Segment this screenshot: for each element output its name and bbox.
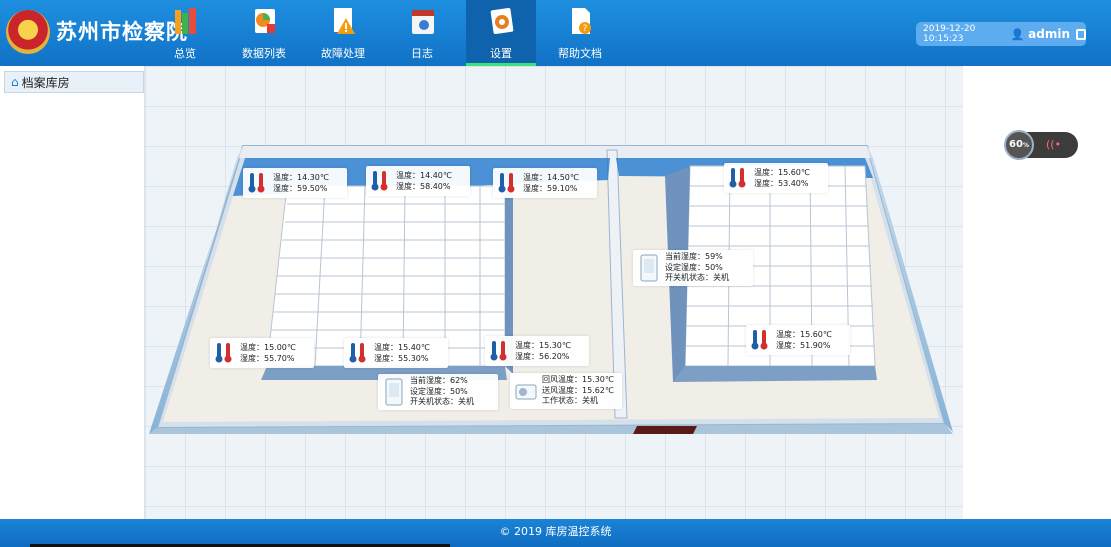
sensor-card[interactable]: 温度：15.60℃ 湿度：51.90% [746,325,850,355]
air-conditioner-card[interactable]: 回风温度：15.30℃ 送风温度：15.62℃ 工作状态：关机 [510,373,622,409]
sensor-card[interactable]: 温度：14.30℃ 湿度：59.50% [243,168,347,198]
sensor-card[interactable]: 温度：15.60℃ 湿度：53.40% [724,163,828,193]
current-humidity: 当前湿度：59% [665,252,723,261]
sensor-readings: 温度：15.40℃ 湿度：55.30% [374,342,430,364]
thermometer-icon [498,173,515,193]
humidity-reading: 湿度：53.40% [754,179,809,188]
device-readings: 当前湿度：62% 设定湿度：50% 开关机状态：关机 [410,376,474,408]
supply-air-temperature: 送风温度：15.62℃ [542,385,614,395]
nav-log-label: 日志 [411,47,433,60]
copyright-text: © 2019 库房温控系统 [499,525,612,538]
main-nav: 总览 数据列表 故障处理 日志 设置 ? 帮助文档 [150,0,624,66]
sensor-readings: 温度：15.60℃ 湿度：51.90% [776,329,832,351]
nav-fault-handling-label: 故障处理 [321,47,365,60]
procuratorate-emblem-logo [6,10,50,54]
temperature-reading: 温度：15.30℃ [515,341,571,350]
work-status: 工作状态：关机 [542,396,598,405]
percent-indicator: 60% [1004,130,1034,160]
nav-data-list-label: 数据列表 [242,47,286,60]
help-document-icon: ? [572,8,591,34]
humidity-reading: 湿度：59.10% [523,184,578,193]
temperature-reading: 温度：15.60℃ [776,330,832,339]
home-icon: ⌂ [11,75,19,89]
sensor-readings: 温度：15.30℃ 湿度：56.20% [515,340,571,362]
nav-help-docs[interactable]: ? 帮助文档 [545,0,615,66]
nav-settings[interactable]: 设置 [466,0,536,66]
svg-text:?: ? [583,24,588,34]
temperature-reading: 温度：14.30℃ [273,173,329,182]
sensor-card[interactable]: 温度：15.40℃ 湿度：55.30% [344,338,448,368]
status-widget[interactable]: 60% ((• [1004,130,1078,160]
nav-data-list[interactable]: 数据列表 [229,0,299,66]
sensor-readings: 温度：14.50℃ 湿度：59.10% [523,172,579,194]
sensor-readings: 温度：14.30℃ 湿度：59.50% [273,172,329,194]
books-icon [175,8,196,34]
dehumidifier-card[interactable]: 当前湿度：59% 设定湿度：50% 开关机状态：关机 [633,250,753,286]
thermometer-icon [215,343,232,363]
device-readings: 回风温度：15.30℃ 送风温度：15.62℃ 工作状态：关机 [542,375,614,407]
temperature-reading: 温度：14.50℃ [523,173,579,182]
nav-fault-handling[interactable]: 故障处理 [308,0,378,66]
nav-overview[interactable]: 总览 [150,0,220,66]
thermometer-icon [349,343,366,363]
thermometer-icon [248,173,265,193]
sensor-readings: 温度：15.60℃ 湿度：53.40% [754,167,810,189]
set-humidity: 设定湿度：50% [665,262,723,272]
thermometer-icon [751,330,768,350]
current-datetime: 2019-12-20 10:15:23 [923,24,976,44]
data-report-icon [255,9,275,33]
sensor-readings: 温度：14.40℃ 湿度：58.40% [396,170,452,192]
thermometer-icon [490,341,507,361]
sidebar-item-archive-room[interactable]: ⌂ 档案库房 [4,71,144,93]
top-header: 苏州市检察院 总览 数据列表 故障处理 日志 设置 ? 帮助文档 2019-12… [0,0,1111,66]
temperature-reading: 温度：15.40℃ [374,343,430,352]
power-status: 开关机状态：关机 [410,397,474,406]
humidity-reading: 湿度：56.20% [515,352,570,361]
thermometer-icon [371,171,388,191]
nav-settings-label: 设置 [490,47,512,60]
thermometer-icon [729,168,746,188]
current-humidity: 当前湿度：62% [410,376,468,385]
wifi-disconnected-icon: ((• [1046,138,1062,151]
nav-help-docs-label: 帮助文档 [558,47,602,60]
temperature-reading: 温度：15.60℃ [754,168,810,177]
sidebar: ⌂ 档案库房 [0,66,145,519]
humidity-reading: 湿度：55.70% [240,354,295,363]
sensor-card[interactable]: 温度：14.50℃ 湿度：59.10% [493,168,597,198]
nav-log[interactable]: 日志 [387,0,457,66]
settings-gear-icon [490,7,514,35]
dehumidifier-icon [640,254,658,282]
humidity-reading: 湿度：59.50% [273,184,328,193]
return-air-temperature: 回风温度：15.30℃ [542,375,614,384]
warning-icon [334,8,355,34]
temperature-reading: 温度：14.40℃ [396,171,452,180]
percent-unit: % [1022,142,1029,149]
dehumidifier-icon [385,378,403,406]
logout-icon[interactable] [1076,28,1086,40]
sidebar-item-label: 档案库房 [21,75,70,90]
warehouse-floorplan-graphic [145,66,963,519]
humidity-reading: 湿度：55.30% [374,354,429,363]
user-icon: 👤 [1010,27,1025,41]
dehumidifier-card[interactable]: 当前湿度：62% 设定湿度：50% 开关机状态：关机 [378,374,498,410]
nav-overview-label: 总览 [174,47,196,60]
user-status-bar: 2019-12-20 10:15:23 👤 admin [916,22,1086,46]
set-humidity: 设定湿度：50% [410,386,468,396]
humidity-reading: 湿度：58.40% [396,182,451,191]
percent-value: 60 [1009,139,1023,150]
sensor-readings: 温度：15.00℃ 湿度：55.70% [240,342,296,364]
username[interactable]: admin [1028,27,1070,41]
sensor-card[interactable]: 温度：15.00℃ 湿度：55.70% [210,338,314,368]
temperature-reading: 温度：15.00℃ [240,343,296,352]
device-readings: 当前湿度：59% 设定湿度：50% 开关机状态：关机 [665,252,729,284]
sensor-card[interactable]: 温度：15.30℃ 湿度：56.20% [485,336,589,366]
footer: © 2019 库房温控系统 [0,519,1111,547]
humidity-reading: 湿度：51.90% [776,341,831,350]
sensor-card[interactable]: 温度：14.40℃ 湿度：58.40% [366,166,470,196]
calendar-icon [412,10,434,34]
power-status: 开关机状态：关机 [665,273,729,282]
air-conditioner-icon [515,384,537,400]
warehouse-3d-view[interactable] [145,66,963,519]
